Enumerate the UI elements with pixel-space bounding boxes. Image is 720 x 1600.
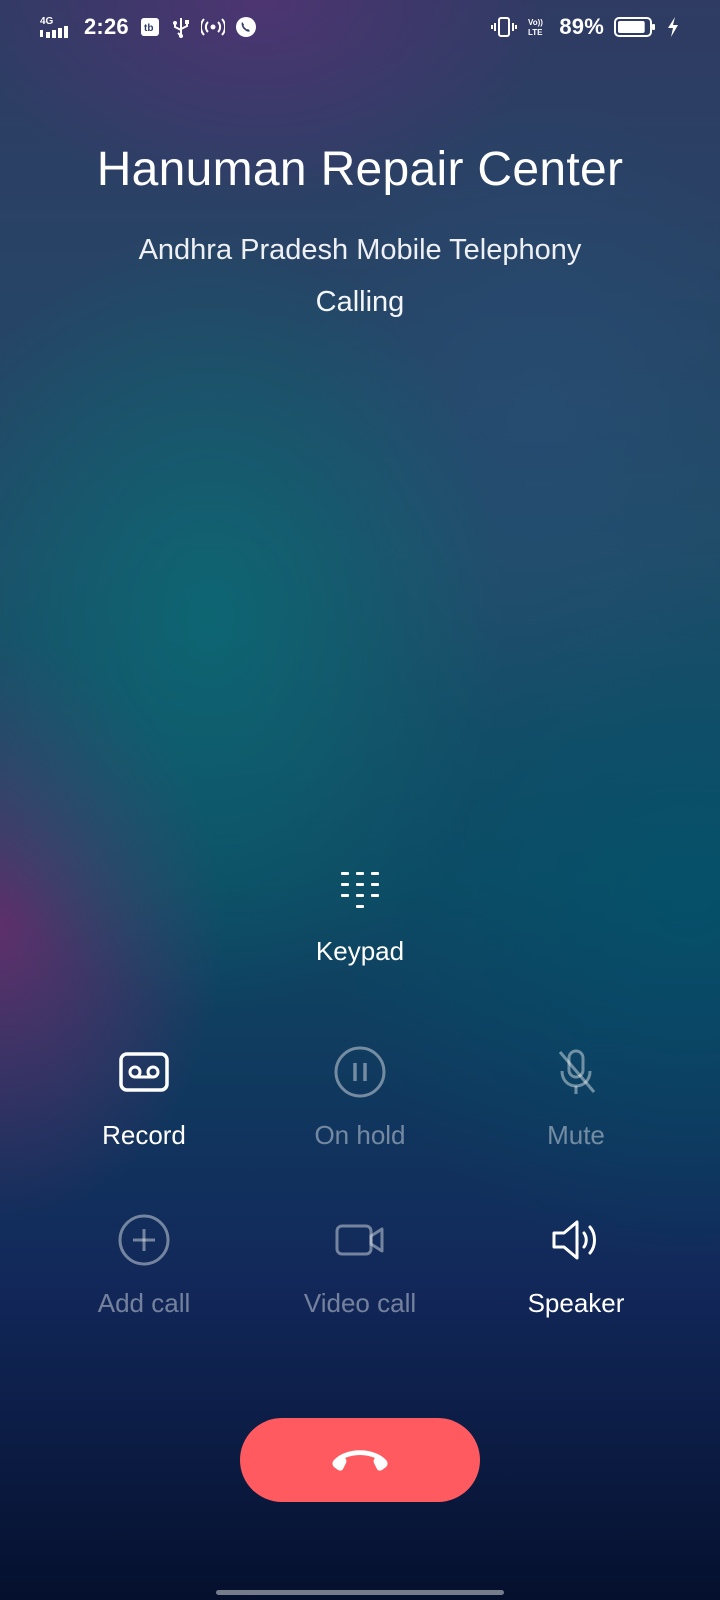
keypad-icon <box>335 868 385 918</box>
speaker-icon <box>548 1212 604 1268</box>
end-call-icon <box>328 1443 392 1478</box>
hold-button[interactable]: On hold <box>260 1044 460 1151</box>
video-call-button[interactable]: Video call <box>260 1212 460 1319</box>
svg-text:Vo)): Vo)) <box>528 18 543 27</box>
hotspot-icon <box>200 16 225 38</box>
mute-button[interactable]: Mute <box>476 1044 676 1151</box>
charging-icon <box>666 16 680 38</box>
network-type-label: 4G <box>40 16 54 27</box>
battery-percent: 89% <box>559 14 604 39</box>
battery-icon <box>614 16 656 38</box>
signal-icon: 4G <box>40 15 74 39</box>
svg-text:LTE: LTE <box>528 28 543 37</box>
clock: 2:26 <box>84 14 129 39</box>
video-icon <box>332 1212 388 1268</box>
add-call-label: Add call <box>97 1288 191 1318</box>
call-active-icon <box>235 16 257 38</box>
keypad-label: Keypad <box>315 936 405 966</box>
call-status: Calling <box>315 286 405 318</box>
status-bar: 4G 2:26 tb Vo)) LTE 89% <box>0 0 720 56</box>
sim-icon: tb <box>139 16 161 38</box>
status-bar-left: 4G 2:26 tb <box>40 14 257 40</box>
mute-label: Mute <box>547 1120 605 1150</box>
usb-icon <box>171 16 191 38</box>
record-button[interactable]: Record <box>44 1044 244 1151</box>
record-label: Record <box>102 1120 186 1150</box>
record-icon <box>116 1044 172 1100</box>
home-indicator[interactable] <box>216 1590 504 1595</box>
end-call-button[interactable] <box>240 1418 480 1502</box>
volte-icon: Vo)) LTE <box>527 16 549 38</box>
contact-name: Hanuman Repair Center <box>96 143 624 196</box>
plus-icon <box>116 1212 172 1268</box>
add-call-button[interactable]: Add call <box>44 1212 244 1319</box>
mic-off-icon <box>548 1044 604 1100</box>
speaker-label: Speaker <box>527 1288 625 1318</box>
vibrate-icon <box>491 16 518 38</box>
speaker-button[interactable]: Speaker <box>476 1212 676 1319</box>
video-call-label: Video call <box>303 1288 417 1318</box>
pause-icon <box>332 1044 388 1100</box>
hold-label: On hold <box>314 1120 406 1150</box>
svg-text:tb: tb <box>144 23 153 34</box>
carrier-name: Andhra Pradesh Mobile Telephony <box>138 234 582 266</box>
keypad-button[interactable]: Keypad <box>260 868 460 988</box>
status-bar-right: Vo)) LTE 89% <box>491 14 680 40</box>
